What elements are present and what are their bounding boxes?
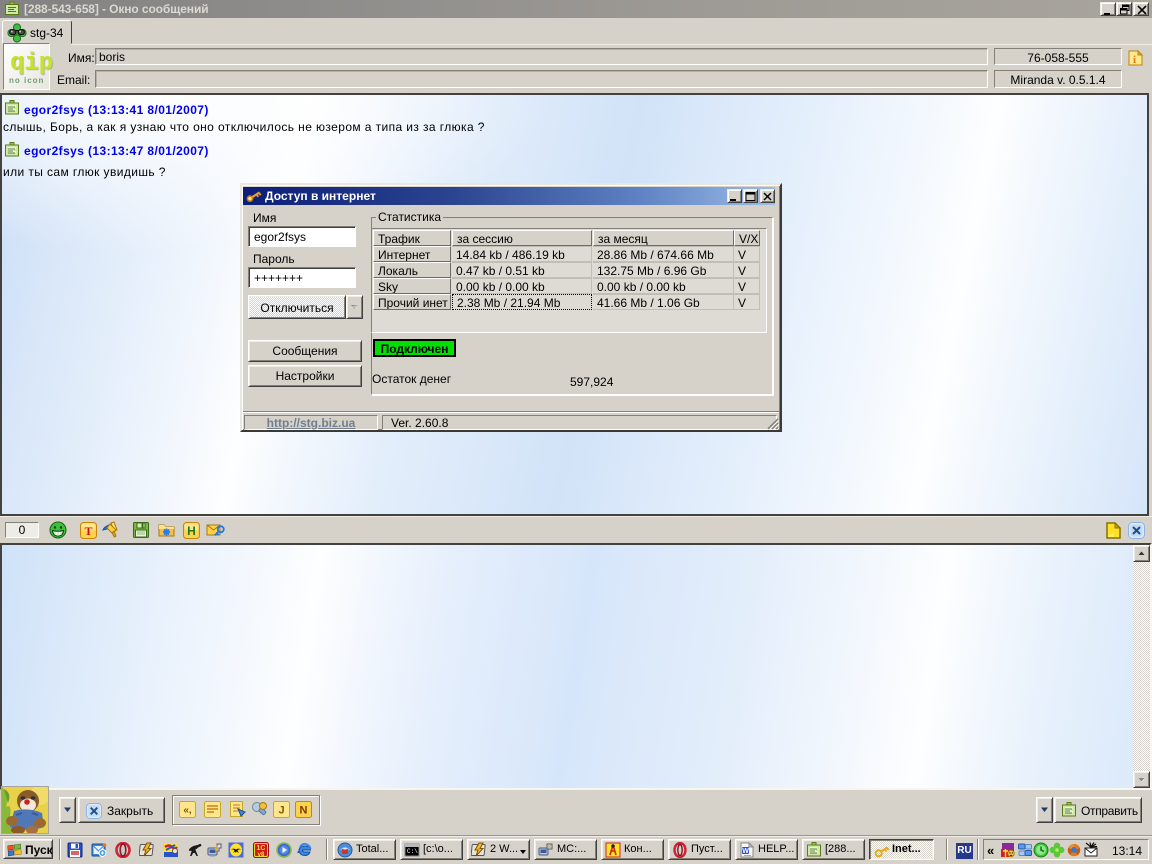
svg-text:1С: 1С <box>257 845 266 852</box>
svg-text:C:\: C:\ <box>407 848 418 855</box>
svg-text:«,: «, <box>183 805 192 816</box>
svg-text:H: H <box>187 524 196 538</box>
svg-text:T: T <box>84 524 92 538</box>
svg-text:N: N <box>300 805 308 817</box>
svg-text:J: J <box>278 805 284 817</box>
svg-text:v8: v8 <box>258 852 265 858</box>
svg-text:i: i <box>1133 54 1136 66</box>
svg-text:W: W <box>742 848 749 855</box>
